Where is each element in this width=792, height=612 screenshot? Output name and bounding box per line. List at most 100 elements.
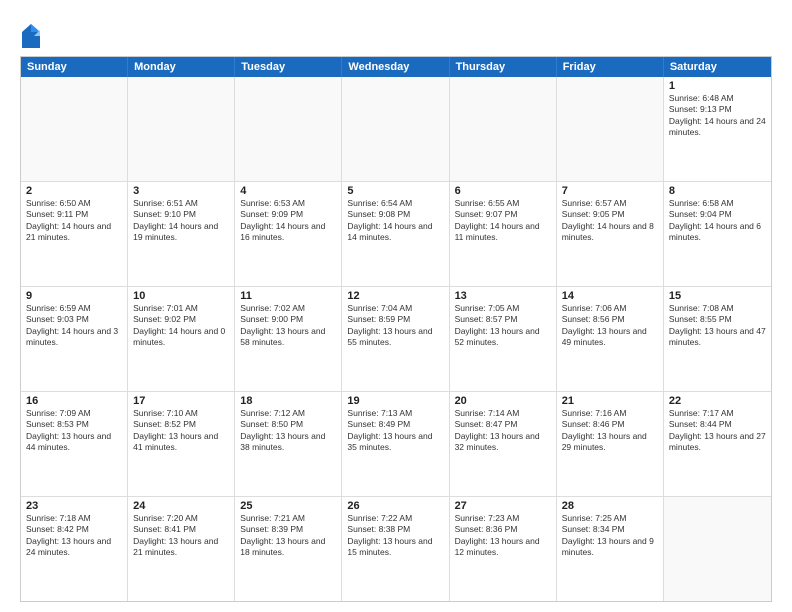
- day-info: Sunrise: 7:05 AM Sunset: 8:57 PM Dayligh…: [455, 303, 551, 349]
- day-number: 12: [347, 290, 443, 302]
- day-info: Sunrise: 6:55 AM Sunset: 9:07 PM Dayligh…: [455, 198, 551, 244]
- day-info: Sunrise: 7:16 AM Sunset: 8:46 PM Dayligh…: [562, 408, 658, 454]
- day-number: 17: [133, 395, 229, 407]
- day-info: Sunrise: 7:21 AM Sunset: 8:39 PM Dayligh…: [240, 513, 336, 559]
- day-cell-8: 8Sunrise: 6:58 AM Sunset: 9:04 PM Daylig…: [664, 182, 771, 286]
- day-cell-16: 16Sunrise: 7:09 AM Sunset: 8:53 PM Dayli…: [21, 392, 128, 496]
- day-number: 4: [240, 185, 336, 197]
- day-info: Sunrise: 7:18 AM Sunset: 8:42 PM Dayligh…: [26, 513, 122, 559]
- empty-cell-0-3: [342, 77, 449, 181]
- day-cell-2: 2Sunrise: 6:50 AM Sunset: 9:11 PM Daylig…: [21, 182, 128, 286]
- day-info: Sunrise: 6:54 AM Sunset: 9:08 PM Dayligh…: [347, 198, 443, 244]
- day-info: Sunrise: 7:25 AM Sunset: 8:34 PM Dayligh…: [562, 513, 658, 559]
- day-number: 21: [562, 395, 658, 407]
- day-number: 10: [133, 290, 229, 302]
- day-number: 14: [562, 290, 658, 302]
- day-cell-6: 6Sunrise: 6:55 AM Sunset: 9:07 PM Daylig…: [450, 182, 557, 286]
- day-number: 15: [669, 290, 766, 302]
- day-number: 2: [26, 185, 122, 197]
- day-number: 25: [240, 500, 336, 512]
- day-cell-22: 22Sunrise: 7:17 AM Sunset: 8:44 PM Dayli…: [664, 392, 771, 496]
- calendar-header: SundayMondayTuesdayWednesdayThursdayFrid…: [21, 57, 771, 77]
- day-info: Sunrise: 6:53 AM Sunset: 9:09 PM Dayligh…: [240, 198, 336, 244]
- day-number: 3: [133, 185, 229, 197]
- day-cell-7: 7Sunrise: 6:57 AM Sunset: 9:05 PM Daylig…: [557, 182, 664, 286]
- day-cell-4: 4Sunrise: 6:53 AM Sunset: 9:09 PM Daylig…: [235, 182, 342, 286]
- day-info: Sunrise: 7:14 AM Sunset: 8:47 PM Dayligh…: [455, 408, 551, 454]
- day-cell-20: 20Sunrise: 7:14 AM Sunset: 8:47 PM Dayli…: [450, 392, 557, 496]
- day-number: 13: [455, 290, 551, 302]
- calendar-week-5: 23Sunrise: 7:18 AM Sunset: 8:42 PM Dayli…: [21, 497, 771, 601]
- day-number: 23: [26, 500, 122, 512]
- day-number: 19: [347, 395, 443, 407]
- day-info: Sunrise: 7:23 AM Sunset: 8:36 PM Dayligh…: [455, 513, 551, 559]
- day-number: 20: [455, 395, 551, 407]
- header-day-friday: Friday: [557, 57, 664, 77]
- header-day-monday: Monday: [128, 57, 235, 77]
- day-cell-24: 24Sunrise: 7:20 AM Sunset: 8:41 PM Dayli…: [128, 497, 235, 601]
- day-info: Sunrise: 7:12 AM Sunset: 8:50 PM Dayligh…: [240, 408, 336, 454]
- day-number: 11: [240, 290, 336, 302]
- header-day-tuesday: Tuesday: [235, 57, 342, 77]
- day-info: Sunrise: 7:04 AM Sunset: 8:59 PM Dayligh…: [347, 303, 443, 349]
- day-cell-13: 13Sunrise: 7:05 AM Sunset: 8:57 PM Dayli…: [450, 287, 557, 391]
- day-info: Sunrise: 7:08 AM Sunset: 8:55 PM Dayligh…: [669, 303, 766, 349]
- day-cell-3: 3Sunrise: 6:51 AM Sunset: 9:10 PM Daylig…: [128, 182, 235, 286]
- day-cell-21: 21Sunrise: 7:16 AM Sunset: 8:46 PM Dayli…: [557, 392, 664, 496]
- day-info: Sunrise: 7:02 AM Sunset: 9:00 PM Dayligh…: [240, 303, 336, 349]
- day-number: 26: [347, 500, 443, 512]
- day-number: 24: [133, 500, 229, 512]
- empty-cell-0-2: [235, 77, 342, 181]
- day-cell-27: 27Sunrise: 7:23 AM Sunset: 8:36 PM Dayli…: [450, 497, 557, 601]
- day-cell-9: 9Sunrise: 6:59 AM Sunset: 9:03 PM Daylig…: [21, 287, 128, 391]
- day-number: 22: [669, 395, 766, 407]
- day-cell-1: 1Sunrise: 6:48 AM Sunset: 9:13 PM Daylig…: [664, 77, 771, 181]
- empty-cell-0-0: [21, 77, 128, 181]
- day-number: 6: [455, 185, 551, 197]
- day-info: Sunrise: 7:20 AM Sunset: 8:41 PM Dayligh…: [133, 513, 229, 559]
- day-info: Sunrise: 7:22 AM Sunset: 8:38 PM Dayligh…: [347, 513, 443, 559]
- day-cell-19: 19Sunrise: 7:13 AM Sunset: 8:49 PM Dayli…: [342, 392, 449, 496]
- logo-icon: [20, 22, 42, 50]
- day-cell-25: 25Sunrise: 7:21 AM Sunset: 8:39 PM Dayli…: [235, 497, 342, 601]
- calendar-body: 1Sunrise: 6:48 AM Sunset: 9:13 PM Daylig…: [21, 77, 771, 601]
- header: [20, 18, 772, 50]
- day-number: 7: [562, 185, 658, 197]
- empty-cell-0-1: [128, 77, 235, 181]
- day-cell-12: 12Sunrise: 7:04 AM Sunset: 8:59 PM Dayli…: [342, 287, 449, 391]
- day-number: 16: [26, 395, 122, 407]
- day-cell-14: 14Sunrise: 7:06 AM Sunset: 8:56 PM Dayli…: [557, 287, 664, 391]
- calendar-week-3: 9Sunrise: 6:59 AM Sunset: 9:03 PM Daylig…: [21, 287, 771, 392]
- calendar-week-4: 16Sunrise: 7:09 AM Sunset: 8:53 PM Dayli…: [21, 392, 771, 497]
- day-info: Sunrise: 7:13 AM Sunset: 8:49 PM Dayligh…: [347, 408, 443, 454]
- empty-cell-0-5: [557, 77, 664, 181]
- day-cell-18: 18Sunrise: 7:12 AM Sunset: 8:50 PM Dayli…: [235, 392, 342, 496]
- header-day-thursday: Thursday: [450, 57, 557, 77]
- day-cell-23: 23Sunrise: 7:18 AM Sunset: 8:42 PM Dayli…: [21, 497, 128, 601]
- header-day-wednesday: Wednesday: [342, 57, 449, 77]
- day-info: Sunrise: 7:01 AM Sunset: 9:02 PM Dayligh…: [133, 303, 229, 349]
- empty-cell-4-6: [664, 497, 771, 601]
- day-cell-11: 11Sunrise: 7:02 AM Sunset: 9:00 PM Dayli…: [235, 287, 342, 391]
- day-info: Sunrise: 6:51 AM Sunset: 9:10 PM Dayligh…: [133, 198, 229, 244]
- day-info: Sunrise: 7:17 AM Sunset: 8:44 PM Dayligh…: [669, 408, 766, 454]
- day-info: Sunrise: 6:57 AM Sunset: 9:05 PM Dayligh…: [562, 198, 658, 244]
- day-info: Sunrise: 7:09 AM Sunset: 8:53 PM Dayligh…: [26, 408, 122, 454]
- day-info: Sunrise: 6:50 AM Sunset: 9:11 PM Dayligh…: [26, 198, 122, 244]
- day-cell-10: 10Sunrise: 7:01 AM Sunset: 9:02 PM Dayli…: [128, 287, 235, 391]
- day-cell-28: 28Sunrise: 7:25 AM Sunset: 8:34 PM Dayli…: [557, 497, 664, 601]
- day-cell-26: 26Sunrise: 7:22 AM Sunset: 8:38 PM Dayli…: [342, 497, 449, 601]
- empty-cell-0-4: [450, 77, 557, 181]
- header-day-saturday: Saturday: [664, 57, 771, 77]
- header-day-sunday: Sunday: [21, 57, 128, 77]
- day-number: 28: [562, 500, 658, 512]
- day-cell-17: 17Sunrise: 7:10 AM Sunset: 8:52 PM Dayli…: [128, 392, 235, 496]
- calendar: SundayMondayTuesdayWednesdayThursdayFrid…: [20, 56, 772, 602]
- day-info: Sunrise: 7:06 AM Sunset: 8:56 PM Dayligh…: [562, 303, 658, 349]
- day-number: 27: [455, 500, 551, 512]
- calendar-week-2: 2Sunrise: 6:50 AM Sunset: 9:11 PM Daylig…: [21, 182, 771, 287]
- day-number: 1: [669, 80, 766, 92]
- day-info: Sunrise: 7:10 AM Sunset: 8:52 PM Dayligh…: [133, 408, 229, 454]
- day-cell-15: 15Sunrise: 7:08 AM Sunset: 8:55 PM Dayli…: [664, 287, 771, 391]
- calendar-week-1: 1Sunrise: 6:48 AM Sunset: 9:13 PM Daylig…: [21, 77, 771, 182]
